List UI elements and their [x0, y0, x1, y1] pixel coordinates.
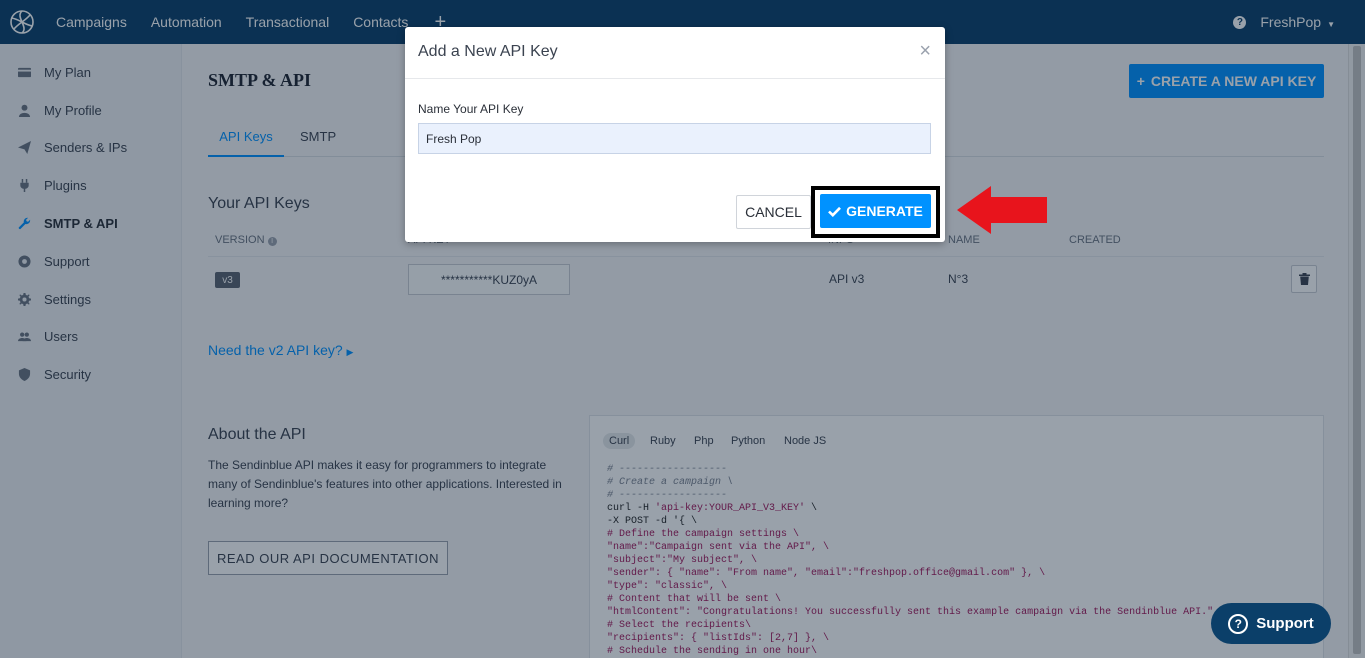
api-key-name-input[interactable]: Fresh Pop	[418, 123, 931, 154]
dialog-header: Add a New API Key ×	[405, 27, 945, 79]
generate-label: GENERATE	[846, 203, 923, 219]
close-icon[interactable]: ×	[919, 41, 931, 61]
api-key-name-label: Name Your API Key	[418, 102, 524, 116]
check-icon	[828, 206, 842, 217]
generate-button[interactable]: GENERATE	[820, 194, 931, 228]
red-arrow-annotation	[957, 186, 1047, 234]
support-label: Support	[1256, 615, 1314, 632]
question-icon: ?	[1228, 613, 1249, 634]
dialog-title: Add a New API Key	[418, 43, 558, 60]
support-chat-button[interactable]: ? Support	[1211, 603, 1331, 644]
cancel-button[interactable]: CANCEL	[736, 195, 811, 229]
